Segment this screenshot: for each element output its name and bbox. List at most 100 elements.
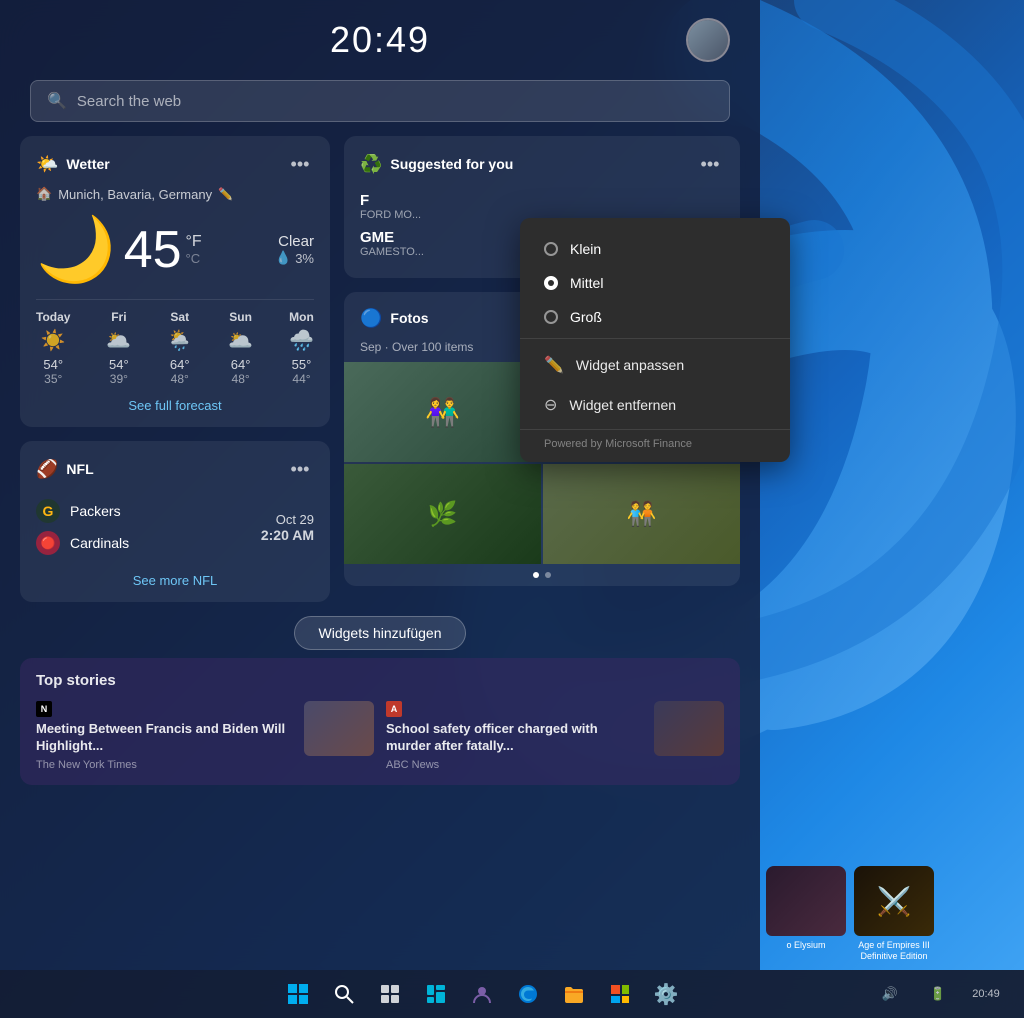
search-input[interactable]: Search the web	[77, 93, 181, 110]
aoe-thumb: ⚔️	[854, 866, 934, 936]
nyt-icon: N	[36, 701, 52, 717]
taskbar-app-3[interactable]: 20:49	[964, 972, 1008, 1016]
weather-title: Wetter	[66, 156, 109, 172]
settings-icon[interactable]: ⚙️	[646, 974, 686, 1014]
story-2-source: ABC News	[386, 759, 644, 771]
foto-cell-3: 🌿	[344, 464, 541, 564]
anpassen-label: Widget anpassen	[576, 357, 684, 373]
widget-panel: 20:49 🔍 Search the web 🌤️ Wetter •••	[0, 0, 760, 970]
fotos-album: Sep · Over 100 items	[360, 340, 473, 354]
fotos-title: Fotos	[390, 310, 428, 326]
suggested-menu-btn[interactable]: •••	[696, 150, 724, 178]
elysium-thumb	[766, 866, 846, 936]
add-widgets-area: Widgets hinzufügen	[0, 616, 760, 650]
forecast-sun: Sun 🌥️ 64° 48°	[228, 310, 253, 386]
edit-icon[interactable]: ✏️	[218, 187, 233, 201]
top-stories-title: Top stories	[36, 672, 724, 689]
stories-grid: N Meeting Between Francis and Biden Will…	[36, 701, 724, 771]
file-explorer-icon[interactable]	[554, 974, 594, 1014]
search-icon: 🔍	[47, 91, 67, 111]
store-icon[interactable]	[600, 974, 640, 1014]
game-time: 2:20 AM	[261, 527, 314, 543]
location-text: Munich, Bavaria, Germany	[58, 187, 212, 202]
context-menu: Klein Mittel Groß ✏️ Widget anpassen ⊖ W…	[520, 218, 790, 462]
ford-ticker: F	[360, 192, 724, 209]
stock-ford: F FORD MO...	[360, 192, 724, 221]
taskbar-app-2[interactable]: 🔋	[916, 972, 960, 1016]
clock-display: 20:49	[263, 19, 496, 61]
nfl-game-info: Oct 29 2:20 AM	[261, 512, 314, 543]
entfernen-label: Widget entfernen	[569, 397, 676, 413]
right-apps-area: o Elysium ⚔️ Age of Empires III Definiti…	[766, 866, 934, 966]
nfl-game: G Packers 🔴 Cardinals Oct 29 2:20 AM	[36, 491, 314, 563]
story-1-headline: Meeting Between Francis and Biden Will H…	[36, 721, 294, 755]
forecast-sat: Sat 🌦️ 64° 48°	[167, 310, 192, 386]
foto-dots	[344, 564, 740, 586]
gross-radio	[544, 310, 558, 324]
condition-detail: 💧 3%	[275, 250, 314, 266]
suggested-header: ♻️ Suggested for you •••	[360, 150, 724, 178]
widgets-taskbar-icon[interactable]	[416, 974, 456, 1014]
aoe-label: Age of Empires III Definitive Edition	[854, 940, 934, 962]
search-bar[interactable]: 🔍 Search the web	[30, 80, 730, 122]
story-2-text: A School safety officer charged with mur…	[386, 701, 644, 771]
app-aoe[interactable]: ⚔️ Age of Empires III Definitive Edition	[854, 866, 934, 966]
user-avatar[interactable]	[686, 18, 730, 62]
foto-dot-2	[545, 572, 551, 578]
team-packers: G Packers	[36, 499, 129, 523]
top-stories-section: Top stories N Meeting Between Francis an…	[20, 658, 740, 785]
nfl-widget-icon: 🏈	[36, 459, 58, 480]
edge-icon[interactable]	[508, 974, 548, 1014]
forecast-row: Today ☀️ 54° 35° Fri 🌥️ 54° 39° Sat 🌦️	[36, 299, 314, 386]
forecast-today: Today ☀️ 54° 35°	[36, 310, 70, 386]
mittel-radio	[544, 276, 558, 290]
nfl-menu-btn[interactable]: •••	[286, 455, 314, 483]
condition-name: Clear	[275, 233, 314, 250]
add-widgets-button[interactable]: Widgets hinzufügen	[294, 616, 467, 650]
story-item-2[interactable]: A School safety officer charged with mur…	[386, 701, 724, 771]
app-elysium[interactable]: o Elysium	[766, 866, 846, 966]
story-1-source: The New York Times	[36, 759, 294, 771]
forecast-fri: Fri 🌥️ 54° 39°	[106, 310, 131, 386]
teams-icon[interactable]	[462, 974, 502, 1014]
weather-emoji: 🌙	[36, 212, 116, 287]
size-gross[interactable]: Groß	[536, 302, 774, 332]
entfernen-icon: ⊖	[544, 395, 557, 415]
windows-start-button[interactable]	[278, 974, 318, 1014]
menu-footer: Powered by Microsoft Finance	[520, 429, 790, 452]
fotos-title-row: 🔵 Fotos	[360, 308, 429, 329]
temp-unit-f: °F	[186, 233, 202, 251]
packers-logo: G	[36, 499, 60, 523]
size-mittel[interactable]: Mittel	[536, 268, 774, 298]
rain-icon: 💧	[275, 250, 291, 266]
suggested-title-row: ♻️ Suggested for you	[360, 154, 513, 175]
nfl-header: 🏈 NFL •••	[36, 455, 314, 483]
story-2-thumb	[654, 701, 724, 756]
suggested-title: Suggested for you	[390, 156, 513, 172]
foto-dot-1	[533, 572, 539, 578]
taskbar-app-1[interactable]: 🔊	[868, 972, 912, 1016]
nfl-teams: G Packers 🔴 Cardinals	[36, 499, 129, 555]
forecast-mon: Mon 🌧️ 55° 44°	[289, 310, 314, 386]
search-taskbar-icon[interactable]	[324, 974, 364, 1014]
anpassen-icon: ✏️	[544, 355, 564, 375]
weather-condition-block: Clear 💧 3%	[275, 233, 314, 266]
taskbar: ⚙️ 🔊 🔋 20:49	[0, 970, 1024, 1018]
weather-main: 🌙 45 °F °C Clear 💧 3%	[36, 212, 314, 287]
size-klein[interactable]: Klein	[536, 234, 774, 264]
mittel-label: Mittel	[570, 275, 603, 291]
widget-anpassen[interactable]: ✏️ Widget anpassen	[520, 345, 790, 385]
weather-menu-btn[interactable]: •••	[286, 150, 314, 178]
cardinals-name: Cardinals	[70, 535, 129, 551]
gross-label: Groß	[570, 309, 602, 325]
abc-icon: A	[386, 701, 402, 717]
widget-entfernen[interactable]: ⊖ Widget entfernen	[520, 385, 790, 425]
task-view-icon[interactable]	[370, 974, 410, 1014]
footer-text: Powered by Microsoft Finance	[544, 438, 692, 450]
elysium-label: o Elysium	[786, 940, 825, 951]
story-item-1[interactable]: N Meeting Between Francis and Biden Will…	[36, 701, 374, 771]
nfl-more-link[interactable]: See more NFL	[36, 573, 314, 588]
forecast-link[interactable]: See full forecast	[36, 398, 314, 413]
nfl-title: NFL	[66, 461, 93, 477]
widgets-col-left: 🌤️ Wetter ••• 🏠 Munich, Bavaria, Germany…	[20, 136, 330, 602]
